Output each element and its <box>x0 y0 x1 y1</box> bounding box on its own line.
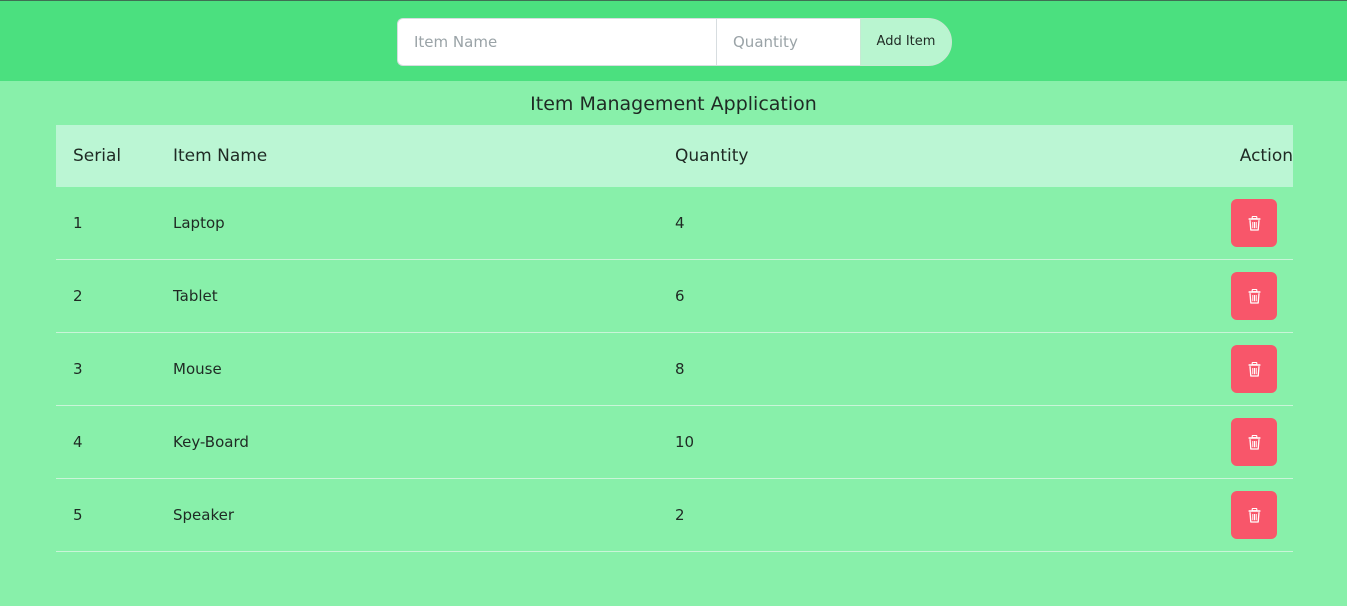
table-row: 4 Key-Board 10 <box>56 406 1293 479</box>
table-row: 3 Mouse 8 <box>56 333 1293 406</box>
cell-action <box>1058 491 1293 539</box>
trash-icon <box>1248 215 1261 231</box>
cell-action <box>1058 199 1293 247</box>
cell-quantity: 8 <box>675 360 685 378</box>
trash-icon <box>1248 434 1261 450</box>
cell-quantity: 10 <box>675 433 695 451</box>
cell-quantity: 4 <box>675 214 685 232</box>
delete-button[interactable] <box>1231 345 1277 393</box>
page-title: Item Management Application <box>530 93 817 115</box>
delete-button[interactable] <box>1231 418 1277 466</box>
cell-action <box>1058 418 1293 466</box>
delete-button[interactable] <box>1231 272 1277 320</box>
trash-icon <box>1248 361 1261 377</box>
cell-item-name: Key-Board <box>173 433 249 451</box>
table-row: 2 Tablet 6 <box>56 260 1293 333</box>
table-row: 5 Speaker 2 <box>56 479 1293 552</box>
top-bar: Add Item <box>0 0 1347 81</box>
add-item-form: Add Item <box>397 18 952 66</box>
header-serial: Serial <box>73 146 122 166</box>
delete-button[interactable] <box>1231 491 1277 539</box>
cell-item-name: Laptop <box>173 214 225 232</box>
cell-serial: 5 <box>73 506 83 524</box>
cell-quantity: 2 <box>675 506 685 524</box>
item-name-input[interactable] <box>397 18 716 66</box>
table-row: 1 Laptop 4 <box>56 187 1293 260</box>
cell-quantity: 6 <box>675 287 685 305</box>
table-header: Serial Item Name Quantity Action <box>56 125 1293 187</box>
add-item-button[interactable]: Add Item <box>860 18 952 66</box>
cell-item-name: Speaker <box>173 506 235 524</box>
cell-serial: 4 <box>73 433 83 451</box>
cell-action <box>1058 272 1293 320</box>
cell-serial: 1 <box>73 214 83 232</box>
cell-item-name: Tablet <box>173 287 218 305</box>
cell-serial: 3 <box>73 360 83 378</box>
trash-icon <box>1248 507 1261 523</box>
cell-action <box>1058 345 1293 393</box>
quantity-input[interactable] <box>716 18 860 66</box>
cell-serial: 2 <box>73 287 83 305</box>
items-table: Serial Item Name Quantity Action 1 Lapto… <box>56 125 1293 552</box>
header-item-name: Item Name <box>173 146 268 166</box>
header-quantity: Quantity <box>675 146 749 166</box>
cell-item-name: Mouse <box>173 360 222 378</box>
header-action: Action <box>1239 146 1293 166</box>
trash-icon <box>1248 288 1261 304</box>
delete-button[interactable] <box>1231 199 1277 247</box>
